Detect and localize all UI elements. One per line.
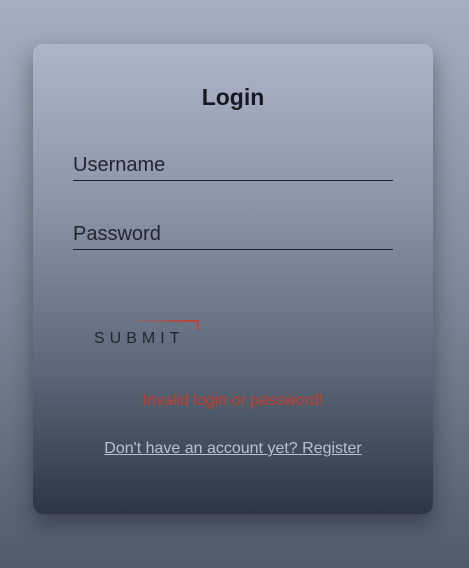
username-input[interactable] [73,150,393,181]
register-link[interactable]: Don't have an account yet? Register [104,440,361,457]
password-input[interactable] [73,219,393,250]
login-title: Login [201,84,265,110]
submit-accent-line [127,320,199,322]
submit-label: SUBMIT [94,330,185,347]
submit-accent-corner [197,320,199,330]
submit-button[interactable]: SUBMIT [87,320,199,352]
register-row: Don't have an account yet? Register [33,440,433,458]
error-message: Invalid login or password! [142,392,324,409]
login-card: Login SUBMIT Invalid login or password! … [33,44,433,514]
